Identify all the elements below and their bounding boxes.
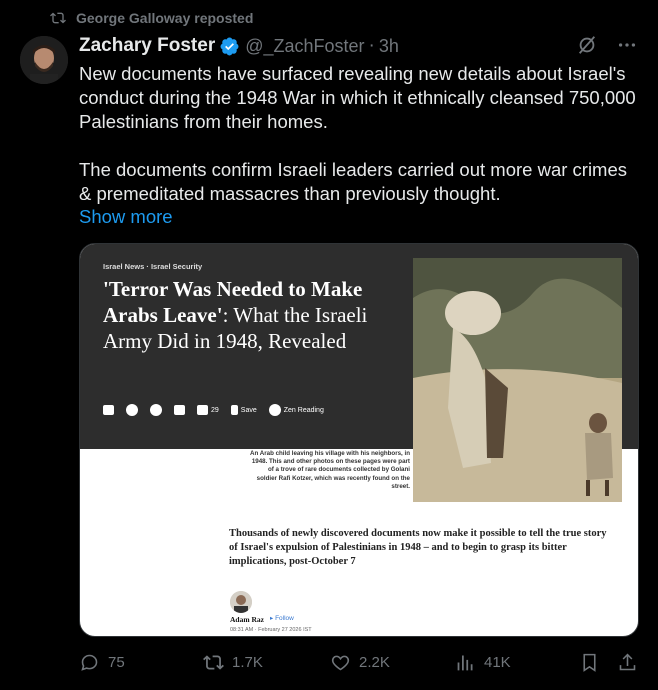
post-time[interactable]: 3h [379, 36, 399, 57]
heart-icon [331, 655, 350, 671]
tweet-text: New documents have surfaced revealing ne… [79, 63, 636, 204]
repost-text: George Galloway reposted [76, 10, 254, 26]
like-count: 2.2K [359, 654, 390, 671]
tweet-header: Zachary Foster @_ZachFoster · 3h [79, 34, 638, 58]
article-toolbar: 29 Save Zen Reading [103, 404, 324, 416]
reply-button[interactable]: 75 [79, 652, 125, 673]
bookmark-button[interactable] [579, 652, 600, 673]
byline-author: Adam Raz [230, 615, 264, 624]
article-kicker: Israel News · Israel Security [103, 262, 203, 271]
bookmark-action-icon [583, 653, 596, 672]
article-photo [413, 258, 622, 502]
reply-count: 75 [108, 654, 125, 671]
save-label: Save [240, 406, 257, 414]
publish-date: 08:31 AM · February 27 2026 IST [230, 627, 312, 633]
reply-icon [81, 654, 98, 671]
bookmark-icon [230, 405, 238, 415]
zen-label: Zen Reading [283, 406, 324, 414]
byline-avatar [230, 591, 252, 613]
tweet-actions: 75 1.7K 2.2K 41K [79, 652, 639, 676]
like-button[interactable]: 2.2K [330, 652, 390, 673]
article-card[interactable]: Israel News · Israel Security 'Terror Wa… [79, 243, 639, 637]
repost-indicator[interactable]: George Galloway reposted [50, 10, 253, 26]
grok-icon[interactable] [576, 34, 598, 56]
separator-dot: · [368, 35, 375, 56]
follow-link: ▸ Follow [270, 615, 294, 622]
comment-count: 29 [211, 406, 219, 414]
views-button[interactable]: 41K [455, 652, 511, 673]
facebook-icon [126, 404, 138, 416]
photo-caption: An Arab child leaving his village with h… [250, 450, 410, 490]
x-icon [150, 404, 162, 416]
views-count: 41K [484, 654, 511, 671]
analytics-icon [457, 655, 473, 671]
comment-icon [197, 405, 208, 415]
repost-icon [50, 12, 66, 24]
verified-badge-icon[interactable] [219, 36, 240, 57]
author-name[interactable]: Zachary Foster [79, 35, 215, 57]
more-options-icon[interactable] [616, 34, 638, 56]
share-icon [619, 653, 636, 671]
article-deck: Thousands of newly discovered documents … [229, 528, 607, 567]
article-headline: 'Terror Was Needed to Make Arabs Leave':… [103, 276, 403, 354]
share-button[interactable] [617, 652, 638, 673]
gift-icon [103, 405, 114, 415]
repost-action-icon [203, 655, 224, 670]
repost-button[interactable]: 1.7K [203, 652, 263, 673]
show-more-link[interactable]: Show more [79, 206, 173, 228]
avatar[interactable] [20, 36, 68, 84]
repost-count: 1.7K [232, 654, 263, 671]
print-icon [174, 405, 185, 415]
zen-icon [268, 404, 281, 416]
author-handle[interactable]: @_ZachFoster [245, 36, 364, 57]
